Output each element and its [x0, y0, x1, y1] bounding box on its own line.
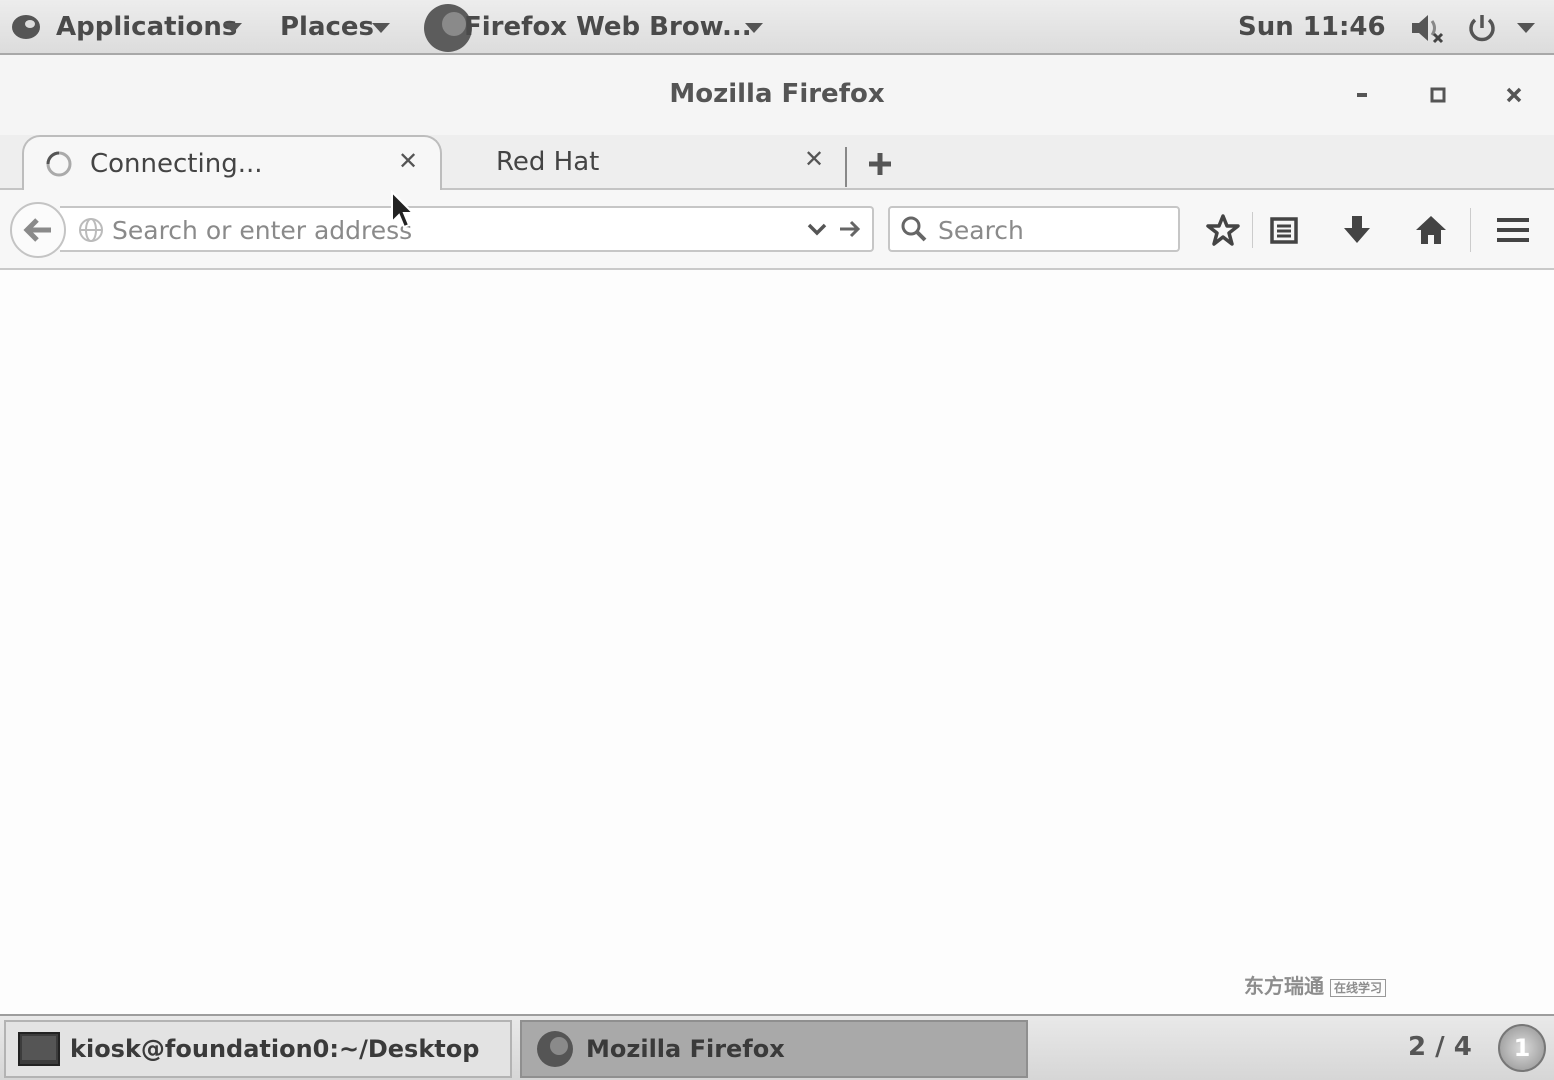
- bottom-panel: kiosk@foundation0:~/Desktop Mozilla Fire…: [0, 1014, 1554, 1080]
- tab-connecting[interactable]: Connecting... ✕: [22, 135, 442, 190]
- go-arrow-icon[interactable]: [838, 218, 862, 244]
- taskbar-item-firefox[interactable]: Mozilla Firefox: [520, 1020, 1028, 1078]
- url-bar[interactable]: [60, 206, 874, 252]
- tab-label: Red Hat: [496, 147, 600, 177]
- firefox-icon: [534, 1029, 576, 1069]
- history-dropdown-chevron-icon[interactable]: [806, 218, 828, 244]
- tab-close-icon[interactable]: ✕: [804, 145, 824, 173]
- close-window-button[interactable]: [1494, 75, 1534, 115]
- tab-label: Connecting...: [90, 149, 263, 179]
- toolbar-separator: [1470, 208, 1471, 252]
- toolbar-separator: [1252, 212, 1253, 248]
- maximize-button[interactable]: [1418, 75, 1458, 115]
- tab-red-hat[interactable]: Red Hat ✕: [446, 135, 838, 190]
- globe-icon: [78, 217, 104, 247]
- places-menu[interactable]: Places: [280, 12, 374, 42]
- taskbar-item-label: kiosk@foundation0:~/Desktop: [70, 1035, 480, 1063]
- loading-spinner-icon: [44, 149, 74, 183]
- gnome-foot-icon: [10, 12, 42, 46]
- search-icon: [900, 215, 928, 247]
- download-arrow-icon[interactable]: [1337, 210, 1377, 250]
- watermark-text: 东方瑞通: [1244, 974, 1324, 998]
- power-icon[interactable]: [1466, 12, 1498, 48]
- taskbar-item-terminal[interactable]: kiosk@foundation0:~/Desktop: [4, 1020, 512, 1078]
- watermark-sub: 在线学习: [1330, 979, 1387, 997]
- terminal-icon: [18, 1032, 60, 1066]
- notification-badge[interactable]: 1: [1498, 1024, 1546, 1072]
- back-arrow-icon: [23, 218, 51, 242]
- applications-chevron-down-icon: [224, 23, 242, 33]
- window-title: Mozilla Firefox: [669, 79, 885, 109]
- window-titlebar: Mozilla Firefox: [0, 55, 1554, 135]
- system-menu-chevron-down-icon[interactable]: [1517, 23, 1535, 33]
- bookmarks-list-icon[interactable]: [1264, 210, 1304, 250]
- back-button[interactable]: [10, 202, 66, 258]
- applications-menu[interactable]: Applications: [56, 12, 237, 42]
- hamburger-menu-icon[interactable]: [1493, 210, 1533, 250]
- clock[interactable]: Sun 11:46: [1238, 12, 1386, 42]
- workspace-indicator[interactable]: 2 / 4: [1408, 1032, 1472, 1062]
- page-content: 东方瑞通 在线学习: [0, 270, 1554, 1014]
- volume-muted-icon[interactable]: [1410, 12, 1446, 48]
- mouse-cursor-icon: [390, 189, 416, 234]
- bookmark-star-icon[interactable]: [1203, 210, 1243, 250]
- new-tab-icon[interactable]: [866, 150, 894, 182]
- navigation-toolbar: [0, 190, 1554, 270]
- search-bar[interactable]: [888, 206, 1180, 252]
- minimize-button[interactable]: [1342, 75, 1382, 115]
- active-app-menu[interactable]: Firefox Web Brow...: [464, 12, 752, 42]
- taskbar-item-label: Mozilla Firefox: [586, 1035, 785, 1063]
- tab-close-icon[interactable]: ✕: [398, 147, 418, 175]
- places-chevron-down-icon: [372, 23, 390, 33]
- url-input[interactable]: [110, 212, 794, 248]
- home-icon[interactable]: [1411, 210, 1451, 250]
- top-panel: Applications Places Firefox Web Brow... …: [0, 0, 1554, 55]
- tab-separator: [845, 147, 847, 187]
- search-input[interactable]: [936, 212, 1170, 248]
- watermark: 东方瑞通 在线学习: [1244, 970, 1387, 999]
- active-app-chevron-down-icon: [745, 23, 763, 33]
- tab-strip: Connecting... ✕ Red Hat ✕: [0, 135, 1554, 190]
